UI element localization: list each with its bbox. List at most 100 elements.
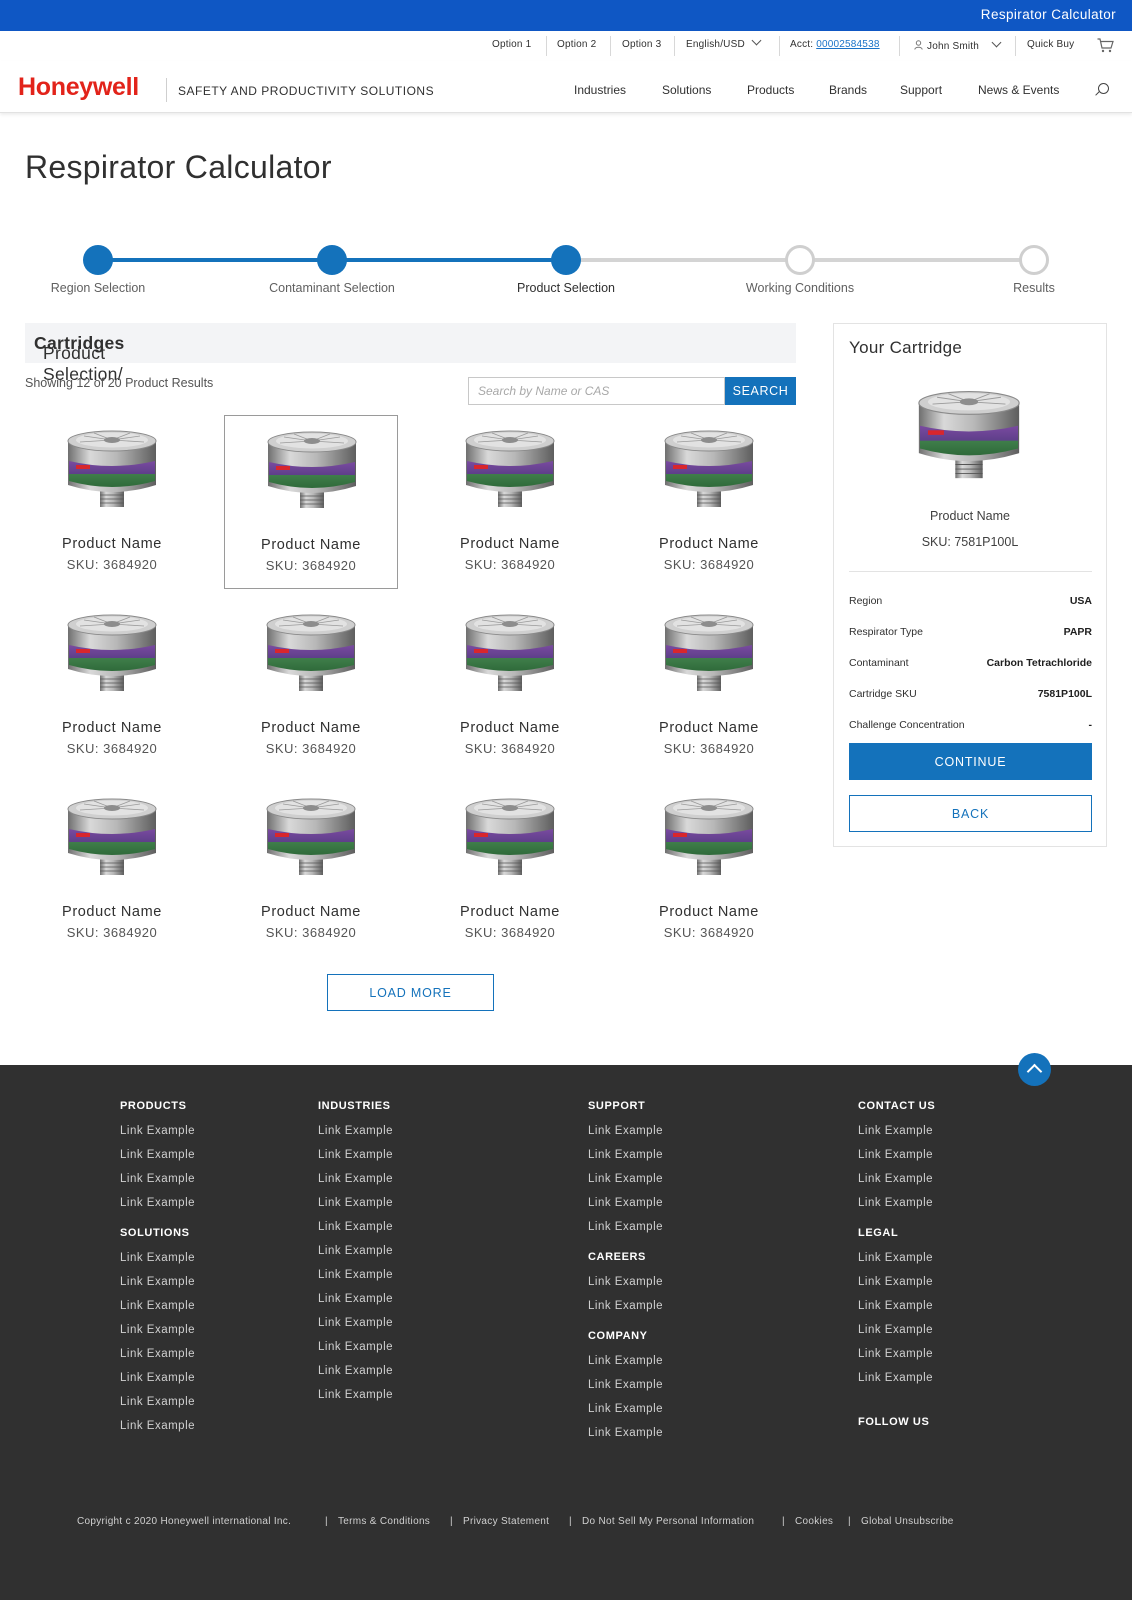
footer-link[interactable]: Link Example [318, 1197, 393, 1209]
continue-button[interactable]: CONTINUE [849, 743, 1092, 780]
footer-link[interactable]: Link Example [120, 1396, 195, 1408]
footer-link[interactable]: Link Example [588, 1379, 663, 1391]
footer-link[interactable]: Link Example [318, 1149, 393, 1161]
footer-link[interactable]: Link Example [588, 1403, 663, 1415]
footer-link[interactable]: Link Example [588, 1221, 663, 1233]
nav-support[interactable]: Support [900, 83, 942, 97]
footer-link[interactable]: Link Example [858, 1125, 933, 1137]
product-card[interactable]: Product Name SKU: 3684920 [224, 415, 398, 589]
back-to-top-icon[interactable] [1018, 1053, 1051, 1086]
product-card[interactable]: Product Name SKU: 3684920 [622, 599, 796, 773]
footer-link[interactable]: Link Example [120, 1149, 195, 1161]
option-2-link[interactable]: Option 2 [557, 39, 596, 50]
load-more-button[interactable]: LOAD MORE [327, 974, 494, 1011]
footer-link[interactable]: Link Example [318, 1389, 393, 1401]
product-image [462, 427, 558, 513]
footer-link[interactable]: Link Example [318, 1365, 393, 1377]
footer-heading[interactable]: LEGAL [858, 1227, 898, 1239]
do-not-sell-link[interactable]: Do Not Sell My Personal Information [582, 1516, 754, 1527]
footer-link[interactable]: Link Example [120, 1173, 195, 1185]
footer-heading[interactable]: FOLLOW US [858, 1416, 929, 1428]
global-unsubscribe-link[interactable]: Global Unsubscribe [861, 1516, 954, 1527]
step-label-region[interactable]: Region Selection [51, 281, 146, 295]
cart-icon[interactable] [1097, 38, 1114, 53]
footer-link[interactable]: Link Example [318, 1269, 393, 1281]
step-label-contaminant[interactable]: Contaminant Selection [269, 281, 395, 295]
footer-link[interactable]: Link Example [318, 1317, 393, 1329]
footer-heading[interactable]: INDUSTRIES [318, 1100, 391, 1112]
footer-link[interactable]: Link Example [588, 1355, 663, 1367]
cookies-link[interactable]: Cookies [795, 1516, 833, 1527]
product-card[interactable]: Product Name SKU: 3684920 [622, 783, 796, 957]
footer-link[interactable]: Link Example [858, 1300, 933, 1312]
product-card[interactable]: Product Name SKU: 3684920 [423, 599, 597, 773]
step-label-product[interactable]: Product Selection [517, 281, 615, 295]
nav-industries[interactable]: Industries [574, 83, 626, 97]
footer-link[interactable]: Link Example [318, 1221, 393, 1233]
footer-link[interactable]: Link Example [120, 1348, 195, 1360]
nav-brands[interactable]: Brands [829, 83, 867, 97]
footer-link[interactable]: Link Example [858, 1276, 933, 1288]
footer-link[interactable]: Link Example [588, 1173, 663, 1185]
step-dot-contaminant[interactable] [317, 245, 347, 275]
step-dot-region[interactable] [83, 245, 113, 275]
footer-heading[interactable]: SOLUTIONS [120, 1227, 190, 1239]
footer-link[interactable]: Link Example [858, 1324, 933, 1336]
footer-link[interactable]: Link Example [120, 1276, 195, 1288]
product-card[interactable]: Product Name SKU: 3684920 [423, 415, 597, 589]
product-card[interactable]: Product Name SKU: 3684920 [25, 783, 199, 957]
footer-link[interactable]: Link Example [120, 1197, 195, 1209]
quick-buy-link[interactable]: Quick Buy [1027, 39, 1074, 50]
step-dot-product[interactable] [551, 245, 581, 275]
footer-heading[interactable]: CONTACT US [858, 1100, 935, 1112]
footer-heading[interactable]: SUPPORT [588, 1100, 645, 1112]
footer-heading[interactable]: PRODUCTS [120, 1100, 187, 1112]
nav-solutions[interactable]: Solutions [662, 83, 711, 97]
footer-link[interactable]: Link Example [858, 1197, 933, 1209]
footer-link[interactable]: Link Example [318, 1245, 393, 1257]
option-3-link[interactable]: Option 3 [622, 39, 661, 50]
honeywell-logo[interactable]: Honeywell [18, 73, 139, 102]
footer-link[interactable]: Link Example [120, 1252, 195, 1264]
product-card[interactable]: Product Name SKU: 3684920 [224, 599, 398, 773]
footer-link[interactable]: Link Example [858, 1149, 933, 1161]
footer-link[interactable]: Link Example [588, 1149, 663, 1161]
footer-link[interactable]: Link Example [588, 1125, 663, 1137]
footer-heading[interactable]: COMPANY [588, 1330, 648, 1342]
product-card[interactable]: Product Name SKU: 3684920 [224, 783, 398, 957]
footer-link[interactable]: Link Example [858, 1372, 933, 1384]
footer-link[interactable]: Link Example [318, 1125, 393, 1137]
footer-link[interactable]: Link Example [588, 1300, 663, 1312]
language-selector[interactable]: English/USD [686, 35, 762, 50]
footer-link[interactable]: Link Example [858, 1252, 933, 1264]
footer-link[interactable]: Link Example [318, 1173, 393, 1185]
terms-link[interactable]: Terms & Conditions [338, 1516, 430, 1527]
option-1-link[interactable]: Option 1 [492, 39, 531, 50]
footer-link[interactable]: Link Example [858, 1348, 933, 1360]
search-button[interactable]: SEARCH [725, 377, 796, 405]
footer-link[interactable]: Link Example [588, 1197, 663, 1209]
search-icon[interactable] [1098, 83, 1109, 94]
back-button[interactable]: BACK [849, 795, 1092, 832]
footer-link[interactable]: Link Example [120, 1300, 195, 1312]
footer-link[interactable]: Link Example [120, 1372, 195, 1384]
footer-link[interactable]: Link Example [120, 1324, 195, 1336]
footer-link[interactable]: Link Example [858, 1173, 933, 1185]
footer-link[interactable]: Link Example [588, 1427, 663, 1439]
nav-products[interactable]: Products [747, 83, 794, 97]
footer-link[interactable]: Link Example [120, 1420, 195, 1432]
product-card[interactable]: Product Name SKU: 3684920 [25, 599, 199, 773]
user-menu[interactable]: John Smith [914, 37, 1002, 52]
nav-news-events[interactable]: News & Events [978, 83, 1059, 97]
footer-link[interactable]: Link Example [318, 1341, 393, 1353]
search-input[interactable] [468, 377, 725, 405]
footer-link[interactable]: Link Example [120, 1125, 195, 1137]
product-card[interactable]: Product Name SKU: 3684920 [423, 783, 597, 957]
footer-link[interactable]: Link Example [318, 1293, 393, 1305]
footer-link[interactable]: Link Example [588, 1276, 663, 1288]
footer-heading[interactable]: CAREERS [588, 1251, 646, 1263]
account-number-link[interactable]: 00002584538 [816, 39, 879, 50]
product-card[interactable]: Product Name SKU: 3684920 [25, 415, 199, 589]
privacy-link[interactable]: Privacy Statement [463, 1516, 549, 1527]
product-card[interactable]: Product Name SKU: 3684920 [622, 415, 796, 589]
